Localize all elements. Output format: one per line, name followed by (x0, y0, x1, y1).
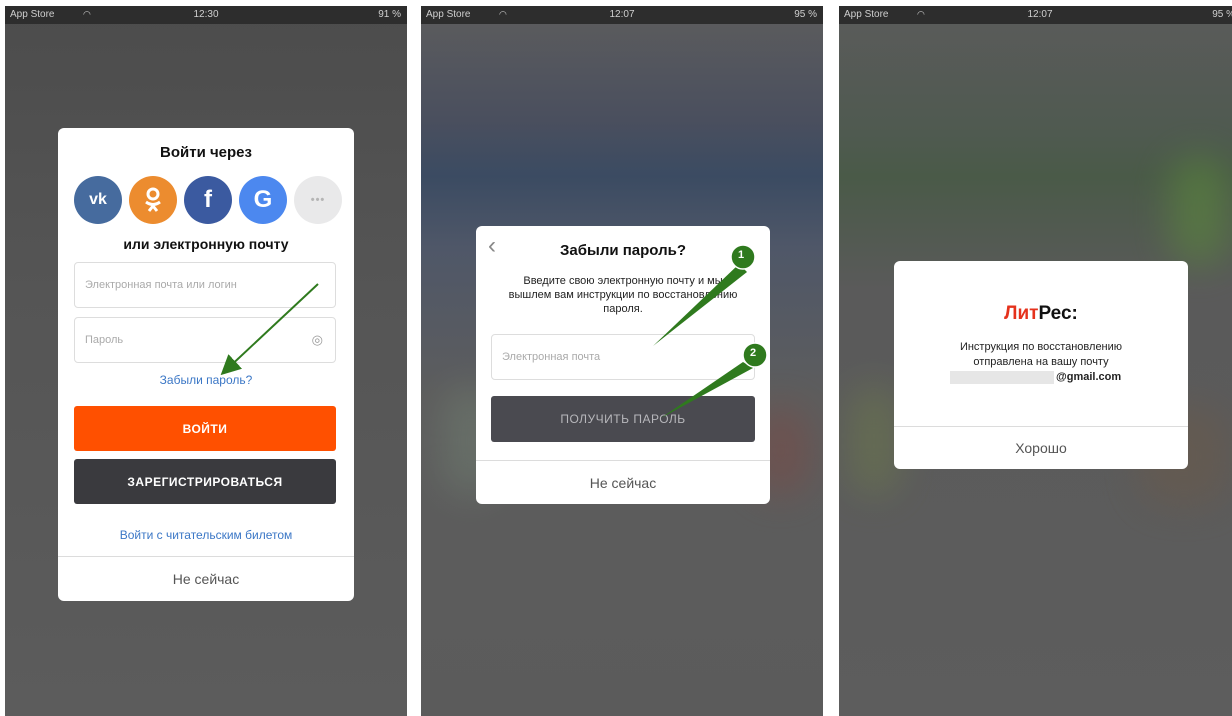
not-now-button[interactable]: Не сейчас (58, 557, 354, 601)
password-field[interactable]: Пароль ◎ (74, 317, 336, 363)
not-now-button[interactable]: Не сейчас (476, 461, 770, 504)
password-placeholder: Пароль (85, 334, 124, 346)
login-dialog: Войти через vk f G ••• или электронную п… (58, 128, 354, 601)
status-bar: App Store ◠ 12:07 95 % (421, 6, 823, 24)
forgot-description: Введите свою электронную почту и мы вышл… (508, 275, 738, 315)
screen-forgot-password: App Store ◠ 12:07 95 % ‹ Забыли пароль? … (421, 6, 823, 716)
status-battery: 95 % (794, 9, 817, 20)
confirmation-dialog: ЛитРес: Инструкция по восстановлению отп… (894, 261, 1188, 469)
forgot-dialog: ‹ Забыли пароль? Введите свою электронну… (476, 226, 770, 504)
screen-login: App Store ◠ 12:30 91 % Войти через vk f … (5, 6, 407, 716)
status-time: 12:07 (1027, 9, 1053, 20)
google-icon[interactable]: G (239, 176, 287, 224)
logo-part2: Рес: (1038, 303, 1078, 324)
step-marker-2-label: 2 (750, 347, 757, 359)
status-battery: 91 % (378, 9, 401, 20)
reader-ticket-link[interactable]: Войти с читательским билетом (58, 528, 354, 542)
more-icon[interactable]: ••• (294, 176, 342, 224)
screen-confirmation: App Store ◠ 12:07 95 % ЛитРес: Инструкци… (839, 6, 1232, 716)
blurred-tile (849, 386, 899, 496)
step-marker-1-label: 1 (738, 249, 745, 261)
email-placeholder: Электронная почта (502, 351, 601, 363)
logo-part1: Лит (1004, 303, 1039, 324)
ok-button[interactable]: Хорошо (894, 427, 1188, 469)
redacted-email (950, 371, 1054, 384)
register-button[interactable]: ЗАРЕГИСТРИРОВАТЬСЯ (74, 459, 336, 504)
or-email-label: или электронную почту (123, 236, 289, 252)
status-battery: 95 % (1212, 9, 1232, 20)
status-bar: App Store ◠ 12:07 95 % (839, 6, 1232, 24)
status-time: 12:30 (193, 9, 219, 20)
blurred-tile (1169, 156, 1229, 266)
status-bar: App Store ◠ 12:30 91 % (5, 6, 407, 24)
forgot-password-link[interactable]: Забыли пароль? (58, 373, 354, 387)
login-title: Войти через (160, 144, 252, 161)
login-button[interactable]: ВОЙТИ (74, 406, 336, 451)
email-field[interactable]: Электронная почта (491, 334, 755, 380)
email-suffix: @gmail.com (1056, 371, 1122, 383)
email-placeholder: Электронная почта или логин (85, 279, 237, 291)
vk-icon[interactable]: vk (74, 176, 122, 224)
status-time: 12:07 (609, 9, 635, 20)
message-line1: Инструкция по восстановлению (959, 341, 1123, 353)
message-line2: отправлена на вашу почту (973, 356, 1109, 368)
eye-icon[interactable]: ◎ (312, 332, 323, 348)
litres-logo: ЛитРес: (894, 303, 1188, 325)
email-field[interactable]: Электронная почта или логин (74, 262, 336, 308)
facebook-icon[interactable]: f (184, 176, 232, 224)
get-password-button[interactable]: ПОЛУЧИТЬ ПАРОЛЬ (491, 396, 755, 442)
odnoklassniki-icon[interactable] (129, 176, 177, 224)
forgot-title: Забыли пароль? (560, 242, 686, 259)
